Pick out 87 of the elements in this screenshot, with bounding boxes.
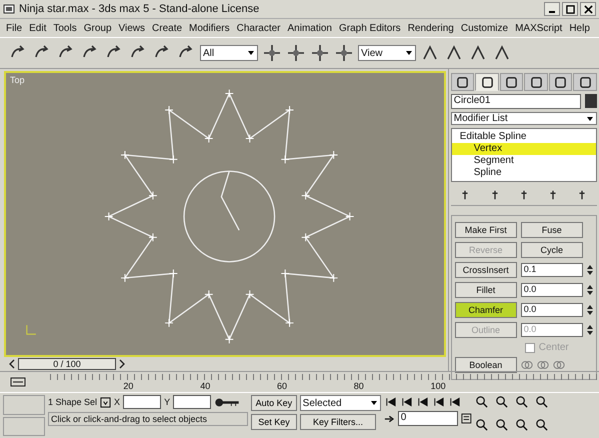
auto-key-button[interactable]: Auto Key [251, 395, 297, 411]
menu-item[interactable]: Edit [29, 22, 46, 34]
panel-tab[interactable] [450, 73, 474, 91]
reference-coordinate-dropdown[interactable]: View [358, 45, 416, 61]
set-key-button[interactable]: Set Key [251, 414, 297, 430]
spinner-arrows-icon[interactable] [587, 264, 593, 276]
spinner-arrows-icon[interactable] [587, 324, 593, 336]
checkbox-label: Center [538, 342, 569, 353]
selection-count: 1 Shape Sel [48, 397, 98, 407]
panel-tab[interactable] [475, 73, 499, 91]
boolean-button[interactable]: Boolean [454, 357, 517, 373]
value-spinner[interactable]: 0.0 [520, 303, 583, 317]
key-filters-button[interactable]: Key Filters... [300, 414, 376, 430]
tab-icon [505, 76, 518, 88]
geometry-button[interactable]: Make First [454, 222, 517, 238]
menu-item[interactable]: Modifiers [189, 22, 230, 34]
x-coordinate-field[interactable] [123, 395, 162, 409]
caret-icon [586, 114, 594, 122]
menu-item[interactable]: Character [236, 22, 281, 34]
tab-icon [578, 76, 592, 88]
go-start-icon[interactable] [384, 397, 397, 407]
current-frame-field[interactable]: 0 [398, 411, 458, 426]
stack-item[interactable]: Segment [452, 155, 596, 167]
x-label: X [114, 397, 120, 407]
tab-icon [480, 76, 494, 88]
zoom-icon[interactable] [475, 395, 488, 408]
maximize-button[interactable] [562, 2, 578, 16]
y-label: Y [164, 397, 170, 407]
prompt-text: Click or click-and-drag to select objects [48, 412, 248, 426]
menu-item[interactable]: Help [569, 22, 590, 34]
y-coordinate-field[interactable] [173, 395, 212, 409]
panel-tab[interactable] [524, 73, 548, 91]
minimize-button[interactable] [544, 2, 560, 16]
geometry-button[interactable]: Cycle [520, 242, 583, 258]
tick-label: 40 [200, 380, 210, 390]
tab-icon [530, 76, 543, 88]
menu-item[interactable]: Customize [460, 22, 508, 34]
caret-icon [247, 49, 255, 57]
tick-label: 100 [430, 380, 446, 390]
selection-filter-dropdown[interactable]: All [200, 45, 258, 61]
stack-item[interactable]: Vertex [452, 143, 596, 155]
key-icon[interactable] [214, 396, 240, 408]
menu-item[interactable]: Rendering [408, 22, 454, 34]
close-button[interactable] [580, 2, 596, 16]
caret-icon [405, 49, 413, 57]
move-icon[interactable] [286, 43, 306, 63]
close-icon [584, 4, 592, 14]
object-color-swatch[interactable] [585, 94, 597, 108]
geometry-button[interactable]: Fuse [520, 222, 583, 238]
key-mode-icon[interactable] [384, 414, 395, 424]
panel-tab[interactable] [573, 73, 598, 91]
tick-label: 20 [123, 380, 134, 390]
menu-item[interactable]: Tools [53, 22, 77, 34]
tab-icon [456, 76, 469, 88]
time-slider-handle[interactable]: 0 / 100 [18, 358, 116, 370]
panel-tab[interactable] [500, 73, 524, 91]
menu-item[interactable]: Animation [288, 22, 332, 34]
panel-tab[interactable] [548, 73, 572, 91]
tick-label: 80 [354, 380, 364, 390]
axis-tripod-icon [24, 323, 38, 337]
menu-item[interactable]: File [6, 22, 22, 34]
geometry-button[interactable]: CrossInsert [454, 262, 517, 278]
status-box [3, 416, 45, 436]
value-spinner[interactable]: 0.0 [520, 283, 583, 297]
menu-item[interactable]: Views [118, 22, 146, 34]
menu-item[interactable]: MAXScript [515, 22, 562, 34]
menu-item[interactable]: Graph Editors [338, 22, 401, 34]
spinner-arrows-icon[interactable] [587, 304, 593, 316]
key-mode-dropdown[interactable]: Selected [300, 395, 381, 411]
geometry-button[interactable]: Chamfer [454, 302, 517, 318]
object-name-field[interactable]: Circle01 [450, 94, 581, 109]
status-box [3, 395, 45, 414]
geometry-button[interactable]: Fillet [454, 282, 517, 298]
stack-item[interactable]: Editable Spline [452, 131, 596, 143]
union-icon[interactable] [520, 359, 533, 371]
window-title: Ninja star.max - 3ds max 5 - Stand-alone License [19, 3, 260, 15]
modifier-list-dropdown[interactable]: Modifier List [450, 112, 597, 125]
menu-item[interactable]: Create [152, 22, 182, 34]
menu-item[interactable]: Group [84, 22, 112, 34]
tab-icon [554, 76, 568, 88]
caret-icon [370, 399, 378, 407]
value-spinner[interactable]: 0.1 [520, 263, 583, 277]
minimize-icon [549, 11, 555, 13]
tick-label: 60 [276, 380, 287, 390]
app-icon [3, 3, 15, 15]
spinner-arrows-icon[interactable] [587, 284, 593, 296]
stack-item[interactable]: Spline [452, 167, 596, 179]
